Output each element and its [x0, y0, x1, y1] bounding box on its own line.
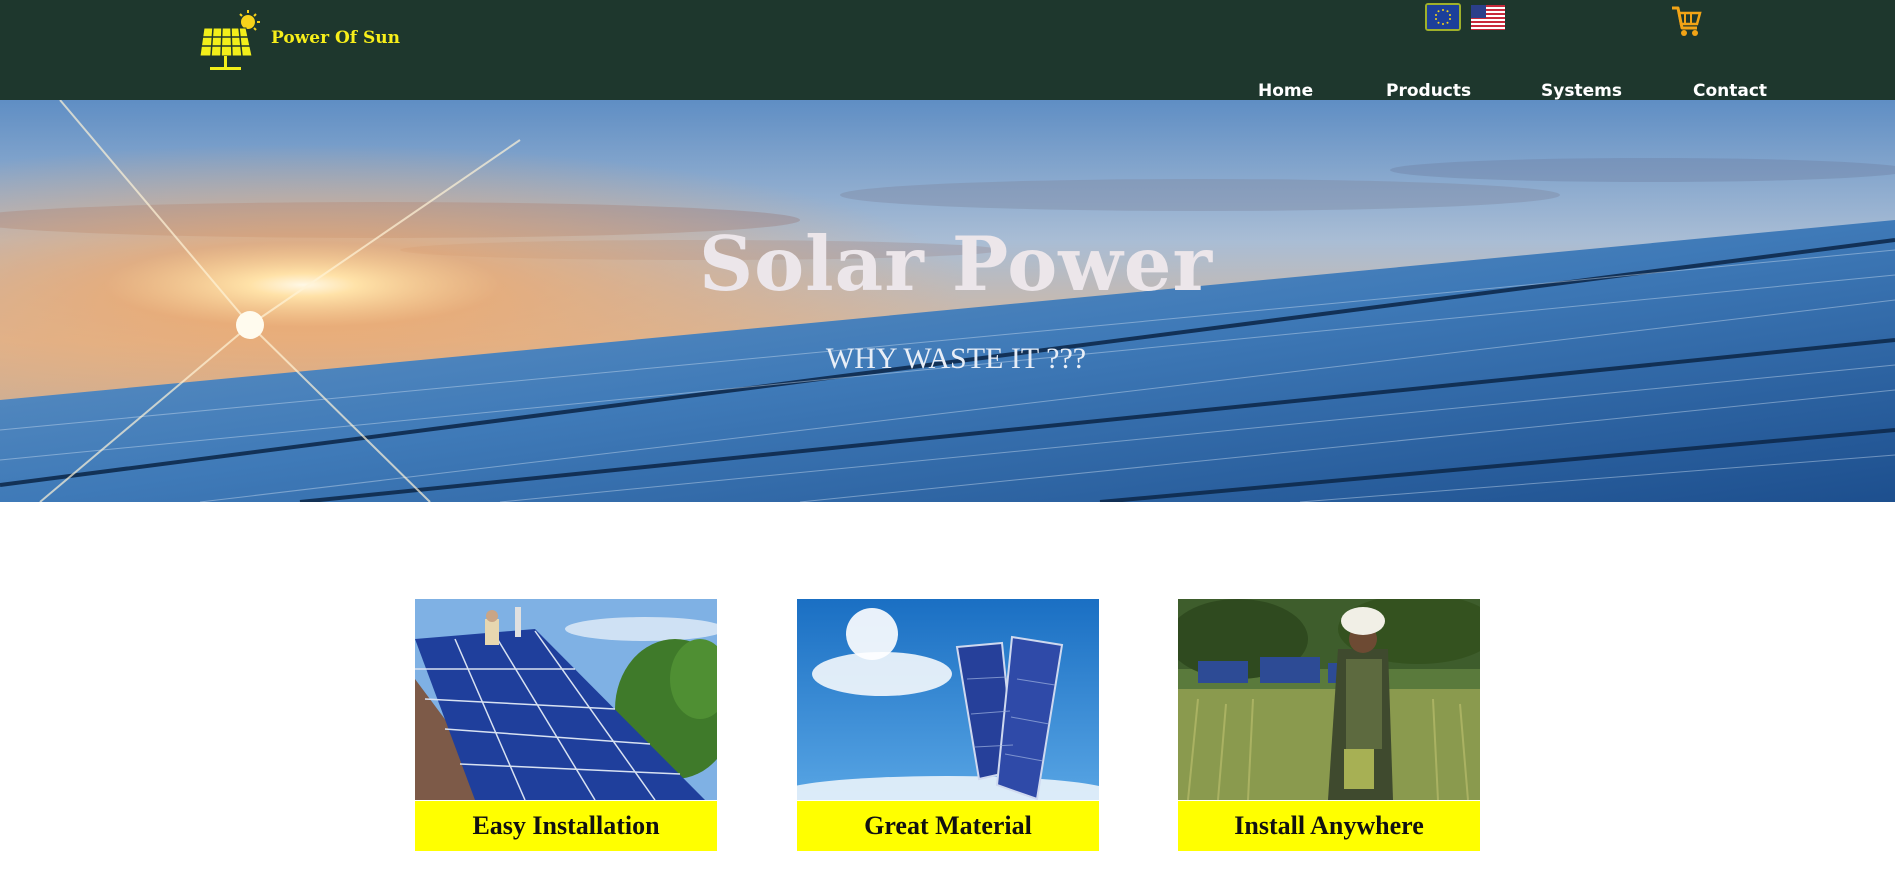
hero-title: Solar Power [698, 220, 1214, 308]
nav-systems[interactable]: Systems [1541, 81, 1622, 101]
brand-name[interactable]: Power Of Sun [271, 28, 400, 48]
panels-in-sky-photo [797, 599, 1099, 800]
nav-home[interactable]: Home [1258, 81, 1313, 101]
feature-caption: Easy Installation [415, 801, 717, 851]
feature-caption: Great Material [797, 801, 1099, 851]
main-nav: Home Products Systems Contact [0, 81, 1895, 101]
rooftop-installer-photo [415, 599, 717, 800]
feature-caption: Install Anywhere [1178, 801, 1480, 851]
farmer-field-photo [1178, 599, 1480, 800]
eu-flag-icon[interactable] [1425, 3, 1461, 31]
feature-card-install-anywhere[interactable]: Install Anywhere [1178, 599, 1480, 851]
feature-card-easy-installation[interactable]: Easy Installation [415, 599, 717, 851]
nav-products[interactable]: Products [1386, 81, 1471, 101]
site-header: Power Of Sun Home Products Systems Conta… [0, 0, 1895, 101]
shopping-cart-icon[interactable] [1670, 4, 1702, 38]
solar-panel-logo-icon[interactable] [198, 10, 264, 72]
us-flag-icon[interactable] [1471, 5, 1505, 30]
nav-contact[interactable]: Contact [1693, 81, 1767, 101]
feature-card-great-material[interactable]: Great Material [797, 599, 1099, 851]
hero-banner: Solar Power WHY WASTE IT ??? [0, 100, 1895, 502]
hero-subtitle: WHY WASTE IT ??? [825, 342, 1087, 375]
